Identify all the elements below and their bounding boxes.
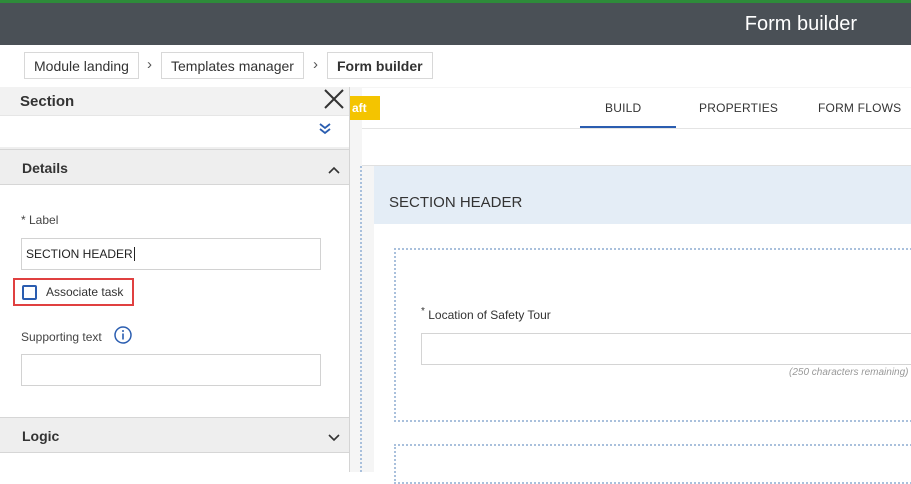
status-badge: aft (350, 96, 380, 120)
expand-row (0, 115, 349, 147)
details-title: Details (22, 160, 68, 176)
drop-zone-border (360, 166, 362, 472)
associate-task-label[interactable]: Associate task (46, 285, 123, 299)
breadcrumb-form-builder: Form builder (327, 52, 433, 79)
section-header[interactable]: SECTION HEADER (374, 166, 911, 224)
question-label: * Location of Safety Tour (421, 306, 551, 322)
info-icon[interactable] (114, 326, 132, 349)
tab-divider (362, 128, 911, 129)
char-count-hint: (250 characters remaining) (789, 367, 909, 378)
label-caption: * Label (21, 213, 59, 227)
chevron-up-icon[interactable] (328, 162, 340, 180)
associate-task-highlight: Associate task (13, 278, 134, 306)
required-mark: * (421, 306, 425, 317)
tab-bar: BUILD PROPERTIES FORM FLOWS (362, 88, 911, 166)
details-accordion-header[interactable]: Details (0, 149, 349, 185)
label-input-value: SECTION HEADER (26, 247, 133, 261)
question-block[interactable]: * Location of Safety Tour (250 character… (394, 248, 911, 422)
breadcrumb: Module landing › Templates manager › For… (0, 45, 911, 87)
text-caret (133, 247, 135, 261)
form-section[interactable]: SECTION HEADER * Location of Safety Tour… (374, 166, 911, 484)
chevron-down-icon[interactable] (328, 430, 340, 448)
section-properties-panel: Section Details * Label SECTION HEADER A… (0, 87, 350, 472)
section-header-text: SECTION HEADER (389, 194, 523, 211)
app-title: Form builder (744, 13, 857, 35)
label-input[interactable]: SECTION HEADER (21, 238, 321, 270)
location-input[interactable] (421, 333, 911, 365)
supporting-text-caption: Supporting text (21, 330, 102, 344)
panel-header: Section (0, 87, 349, 115)
breadcrumb-templates-manager[interactable]: Templates manager (161, 52, 304, 79)
question-label-text: Location of Safety Tour (428, 308, 551, 322)
supporting-text-input[interactable] (21, 354, 321, 386)
app-header: Form builder (0, 3, 911, 45)
logic-accordion-header[interactable]: Logic (0, 417, 349, 453)
associate-task-checkbox[interactable] (22, 285, 37, 300)
panel-title: Section (20, 93, 75, 110)
tab-form-flows[interactable]: FORM FLOWS (818, 101, 901, 115)
chevron-right-icon: › (147, 56, 152, 73)
logic-title: Logic (22, 428, 60, 444)
close-icon[interactable] (322, 87, 346, 111)
double-chevron-down-icon[interactable] (318, 122, 332, 141)
tab-properties[interactable]: PROPERTIES (699, 101, 778, 115)
tab-build[interactable]: BUILD (605, 101, 641, 115)
question-block[interactable] (394, 444, 911, 484)
breadcrumb-module-landing[interactable]: Module landing (24, 52, 139, 79)
chevron-right-icon: › (313, 56, 318, 73)
